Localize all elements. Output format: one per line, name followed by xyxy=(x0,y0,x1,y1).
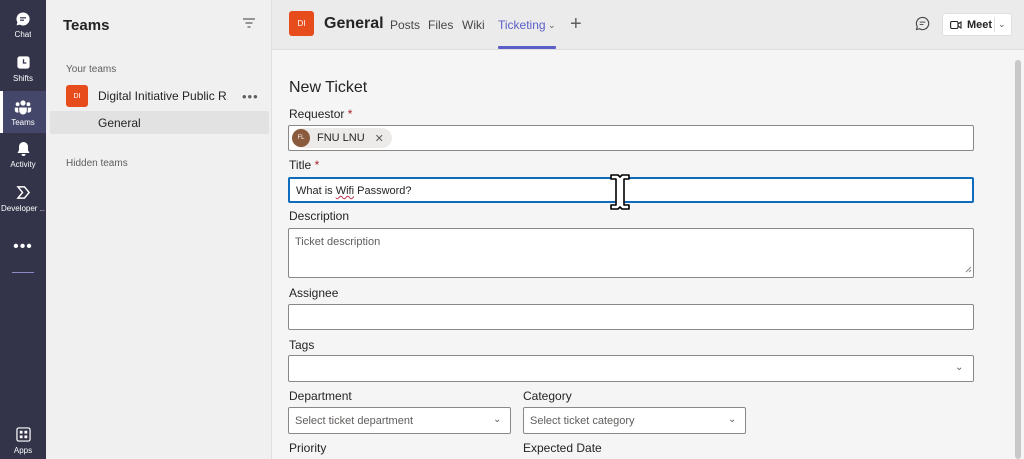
department-dropdown[interactable]: Select ticket department ⌄ xyxy=(288,407,511,434)
rail-label-activity: Activity xyxy=(10,159,36,169)
rail-label-apps: Apps xyxy=(13,445,33,455)
rail-item-developer-portal[interactable]: Developer ... xyxy=(0,177,46,219)
rail-separator xyxy=(12,272,34,273)
developer-portal-icon xyxy=(14,184,32,202)
chevron-down-icon[interactable]: ⌄ xyxy=(548,20,556,31)
shifts-icon xyxy=(14,54,32,72)
chevron-down-icon[interactable]: ⌄ xyxy=(998,19,1006,30)
more-apps-button[interactable]: ••• xyxy=(0,238,46,256)
meet-button[interactable]: Meet ⌄ xyxy=(942,13,1012,36)
description-label: Description xyxy=(289,209,350,223)
form-title: New Ticket xyxy=(289,79,368,96)
rail-label-chat: Chat xyxy=(14,29,32,39)
requestor-label: Requestor * xyxy=(289,107,352,121)
meet-divider xyxy=(994,17,995,32)
department-placeholder: Select ticket department xyxy=(295,415,414,427)
bell-icon xyxy=(14,140,32,158)
team-avatar: DI xyxy=(66,85,88,107)
rail-item-shifts[interactable]: Shifts xyxy=(0,47,46,89)
chevron-down-icon: ⌄ xyxy=(493,414,502,425)
tab-posts[interactable]: Posts xyxy=(390,18,420,32)
active-tab-indicator xyxy=(498,46,556,49)
rail-item-teams[interactable]: Teams xyxy=(0,91,46,133)
assignee-label: Assignee xyxy=(289,286,339,300)
requestor-chip-name: FNU LNU xyxy=(317,132,365,144)
meet-label: Meet xyxy=(967,18,993,31)
text-cursor-icon xyxy=(608,173,632,214)
chevron-down-icon: ⌄ xyxy=(728,414,737,425)
required-mark: * xyxy=(314,158,320,172)
conversation-icon[interactable] xyxy=(915,16,930,34)
rail-label-teams: Teams xyxy=(11,117,35,127)
priority-label: Priority xyxy=(289,441,327,455)
rail-label-developer-portal: Developer ... xyxy=(1,203,45,213)
channel-item-general[interactable]: General xyxy=(50,111,269,134)
required-mark: * xyxy=(347,107,353,121)
department-label: Department xyxy=(289,389,352,403)
rail-item-activity[interactable]: Activity xyxy=(0,133,46,175)
team-name: Digital Initiative Public R... xyxy=(98,89,228,103)
description-placeholder: Ticket description xyxy=(295,236,381,248)
channel-name: General xyxy=(98,116,141,130)
tab-wiki[interactable]: Wiki xyxy=(462,18,485,32)
tab-files[interactable]: Files xyxy=(428,18,453,32)
rail-item-chat[interactable]: Chat xyxy=(0,3,46,45)
title-label-text: Title xyxy=(289,158,312,172)
team-row-digital-initiative[interactable]: DI Digital Initiative Public R... ••• xyxy=(50,82,272,110)
rail-label-shifts: Shifts xyxy=(12,73,33,83)
assignee-input[interactable] xyxy=(288,304,974,330)
title-label: Title * xyxy=(289,158,319,172)
chat-icon xyxy=(14,10,32,28)
title-input-value: What is Wifi Password? xyxy=(296,185,412,197)
filter-icon[interactable] xyxy=(242,17,256,32)
rail-item-apps[interactable]: Apps xyxy=(0,419,46,459)
title-value-prefix: What is xyxy=(296,185,336,197)
scrollbar[interactable] xyxy=(1015,60,1021,459)
app-rail: Chat Shifts Teams Activity Developer ...… xyxy=(0,0,46,459)
requestor-chip: FL FNU LNU ✕ xyxy=(292,128,392,148)
hidden-teams-label[interactable]: Hidden teams xyxy=(66,158,128,169)
apps-icon xyxy=(14,426,32,444)
teams-panel: Teams Your teams DI Digital Initiative P… xyxy=(46,0,272,459)
your-teams-label: Your teams xyxy=(66,64,117,75)
teams-panel-title: Teams xyxy=(63,17,110,34)
channel-header: DI General Posts Files Wiki Ticketing ⌄ … xyxy=(272,0,1024,50)
category-placeholder: Select ticket category xyxy=(530,415,635,427)
misspelled-word: Wifi xyxy=(335,185,355,197)
category-dropdown[interactable]: Select ticket category ⌄ xyxy=(523,407,746,434)
title-value-suffix: Password? xyxy=(354,185,412,197)
expected-date-label: Expected Date xyxy=(523,441,602,455)
add-tab-button[interactable]: + xyxy=(570,13,582,36)
video-camera-icon xyxy=(950,20,962,30)
close-icon[interactable]: ✕ xyxy=(375,132,384,145)
channel-avatar: DI xyxy=(289,11,314,36)
channel-title: General xyxy=(324,15,384,32)
resize-handle-icon[interactable] xyxy=(965,262,972,276)
teams-icon xyxy=(14,98,32,116)
description-textarea[interactable]: Ticket description xyxy=(288,228,974,278)
team-more-options-button[interactable]: ••• xyxy=(242,89,259,104)
category-label: Category xyxy=(523,389,572,403)
requestor-field[interactable]: FL FNU LNU ✕ xyxy=(288,125,974,151)
tags-label: Tags xyxy=(289,338,315,352)
avatar: FL xyxy=(292,129,310,147)
requestor-label-text: Requestor xyxy=(289,107,345,121)
tags-dropdown[interactable]: ⌄ xyxy=(288,355,974,382)
tab-ticketing[interactable]: Ticketing xyxy=(498,18,546,32)
chevron-down-icon: ⌄ xyxy=(955,362,964,373)
